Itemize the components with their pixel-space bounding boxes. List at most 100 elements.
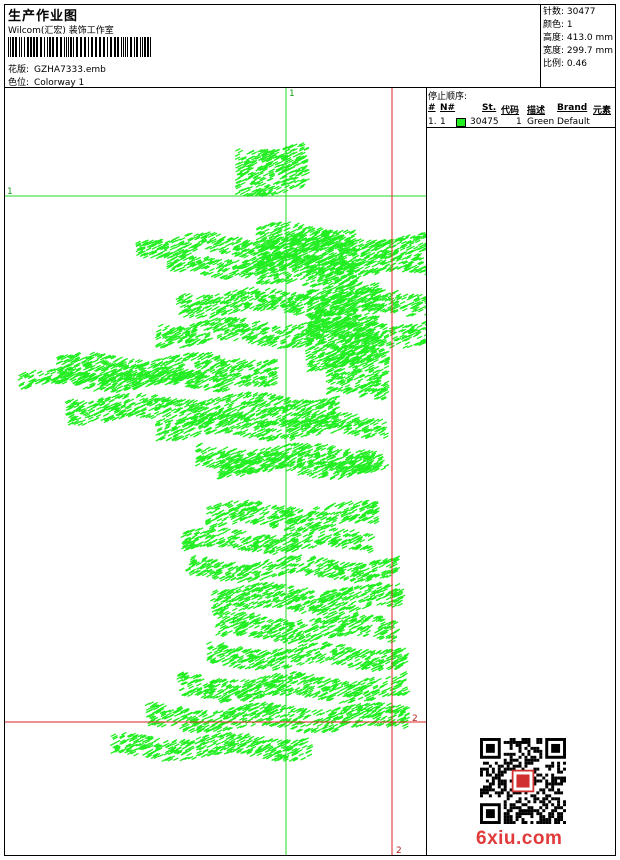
stitch	[401, 240, 407, 245]
company-name: Wilcom(汇宏) 装饰工作室	[8, 26, 114, 36]
stitch	[93, 388, 99, 392]
stitch	[234, 259, 240, 264]
barcode-bar	[19, 37, 20, 57]
stitch-count: 针数: 30477	[543, 7, 596, 17]
stitch	[399, 300, 406, 305]
stitch	[352, 413, 358, 418]
stitch	[259, 447, 266, 452]
stitch	[126, 408, 132, 413]
page-title: 生产作业图	[8, 9, 79, 24]
stitch	[362, 417, 368, 422]
embroidery-stitch-fill	[17, 142, 426, 762]
col-header-description: 描述	[527, 106, 546, 116]
stitch	[402, 307, 408, 312]
stitch	[178, 430, 184, 435]
barcode-bar	[52, 37, 54, 57]
barcode-bar	[147, 37, 149, 57]
stitch	[264, 287, 271, 292]
stitch	[416, 335, 423, 340]
stitch	[381, 421, 387, 425]
stitch	[247, 361, 253, 366]
stitch	[242, 429, 249, 433]
stitch	[183, 314, 189, 318]
row-brand: Default	[557, 117, 590, 127]
row-code: 1	[516, 117, 522, 127]
stitch	[233, 337, 239, 342]
design-stats: 针数: 30477 颜色: 1 高度: 413.0 mm 宽度: 299.7 m…	[543, 6, 613, 71]
barcode-bar	[130, 37, 132, 57]
stitch	[211, 307, 217, 312]
stitch	[248, 434, 255, 439]
stitch	[93, 358, 99, 363]
stitch	[128, 398, 135, 402]
stitch	[17, 377, 23, 381]
stitch	[95, 414, 102, 418]
barcode-bar	[150, 37, 151, 57]
col-header-stitches: St.	[482, 103, 497, 113]
stitch	[190, 357, 197, 362]
barcode-bar	[60, 37, 62, 57]
stitch	[224, 402, 230, 407]
barcode-bar	[117, 37, 119, 57]
stitch	[189, 433, 196, 437]
row-needle: 1	[440, 117, 446, 127]
stitch	[424, 313, 426, 316]
barcode-bar	[15, 37, 17, 57]
stitch	[221, 324, 227, 329]
barcode-bar	[95, 37, 97, 57]
stitch	[178, 413, 185, 417]
barcode-bar	[30, 37, 32, 57]
stitch	[142, 255, 149, 259]
stitch	[402, 345, 409, 349]
stitch	[320, 409, 327, 414]
stitch	[371, 263, 378, 268]
stitch	[44, 372, 51, 376]
stitch	[169, 416, 175, 420]
stitch	[228, 311, 234, 315]
stitch	[195, 296, 202, 300]
col-header-index: #	[428, 103, 436, 113]
barcode-bar	[114, 37, 116, 57]
stitch	[198, 352, 205, 357]
stitch	[296, 301, 303, 305]
stitch	[343, 430, 349, 435]
stitch	[240, 308, 246, 312]
barcode-bar	[99, 37, 101, 57]
stitch	[249, 305, 255, 310]
stitch	[186, 412, 192, 416]
row-stitches: 30475	[470, 117, 499, 127]
stitch	[198, 408, 204, 413]
stitch	[239, 332, 246, 336]
stitch	[117, 385, 124, 389]
barcode-bar	[136, 37, 138, 57]
stitch	[395, 341, 402, 345]
barcode-bar	[70, 37, 72, 57]
stitch	[209, 407, 216, 411]
stitch	[184, 433, 191, 437]
stitch	[276, 432, 283, 437]
barcode-bar	[107, 37, 108, 57]
stitch	[178, 333, 184, 338]
barcode-bar	[27, 37, 29, 57]
barcode-bar	[123, 37, 124, 57]
stitch	[223, 296, 230, 300]
barcode-bar	[21, 37, 22, 57]
barcode-bar	[76, 37, 78, 57]
stitch	[255, 408, 261, 413]
stitch	[93, 416, 100, 421]
barcode-bar	[49, 37, 51, 57]
stitch	[103, 412, 110, 417]
stitch	[89, 351, 96, 356]
stitch	[236, 404, 243, 408]
stitch	[421, 320, 426, 325]
barcode-bar	[56, 37, 58, 57]
stitch	[248, 286, 255, 291]
stitch	[214, 293, 220, 297]
stitch	[251, 323, 258, 328]
stitch	[96, 406, 102, 411]
stitch	[199, 311, 205, 316]
stitch	[117, 356, 123, 361]
colorway-row: 色位: Colorway 1	[8, 75, 84, 88]
barcode-bar	[144, 37, 146, 57]
stitch	[271, 343, 277, 348]
